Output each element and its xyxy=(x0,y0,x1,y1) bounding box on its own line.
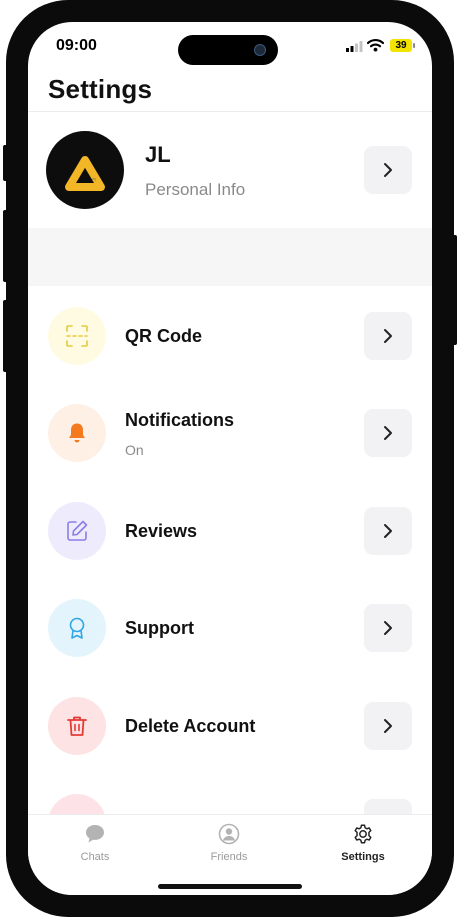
battery-indicator: 39 xyxy=(390,39,412,52)
settings-item-qr-code[interactable]: QR Code xyxy=(28,288,432,384)
settings-item-label: Reviews xyxy=(125,521,198,541)
tab-settings[interactable]: Settings xyxy=(296,815,430,875)
page-title: Settings xyxy=(48,74,153,104)
profile-name: JL xyxy=(145,142,171,167)
svg-text:ay: ay xyxy=(92,176,96,181)
chevron-right-icon xyxy=(384,163,392,177)
chevron-right-icon xyxy=(384,719,392,733)
tab-bar: Chats Friends Settings xyxy=(28,814,432,895)
status-time: 09:00 xyxy=(56,37,97,54)
status-bar: 09:00 39 xyxy=(28,22,432,72)
qr-code-chevron-button[interactable] xyxy=(364,312,412,360)
tab-label: Chats xyxy=(80,851,110,863)
wifi-icon xyxy=(367,38,384,52)
chevron-right-icon xyxy=(384,426,392,440)
power-button xyxy=(452,235,457,345)
settings-item-label: Notifications xyxy=(125,410,235,430)
tab-friends[interactable]: Friends xyxy=(162,815,296,875)
home-indicator[interactable] xyxy=(158,884,302,889)
edit-icon-bg xyxy=(48,502,106,560)
settings-item-reviews[interactable]: Reviews xyxy=(28,483,432,579)
edit-icon xyxy=(67,520,88,541)
settings-item-label: Delete Account xyxy=(125,716,256,736)
volume-down-button xyxy=(3,300,8,372)
chevron-right-icon xyxy=(384,329,392,343)
delete-account-chevron-button[interactable] xyxy=(364,702,412,750)
chevron-right-icon xyxy=(384,524,392,538)
front-camera xyxy=(254,44,266,56)
chat-bubble-icon xyxy=(86,825,104,843)
settings-item-label: QR Code xyxy=(125,326,203,346)
gear-icon xyxy=(354,824,372,844)
dynamic-island xyxy=(178,35,278,65)
battery-tip xyxy=(413,43,415,48)
volume-up-button xyxy=(3,210,8,282)
reviews-chevron-button[interactable] xyxy=(364,507,412,555)
bell-icon-bg xyxy=(48,404,106,462)
qr-code-icon xyxy=(66,325,88,347)
trash-icon xyxy=(67,716,87,736)
screen: 09:00 39 Settings ay JL Personal Info QR… xyxy=(28,22,432,895)
section-separator xyxy=(28,228,432,286)
profile-row[interactable]: ay JL Personal Info xyxy=(28,112,432,228)
trash-icon-bg xyxy=(48,697,106,755)
tab-label: Friends xyxy=(210,851,248,863)
bell-icon xyxy=(69,423,85,443)
notifications-chevron-button[interactable] xyxy=(364,409,412,457)
tab-chats[interactable]: Chats xyxy=(28,815,162,875)
settings-item-delete-account[interactable]: Delete Account xyxy=(28,678,432,774)
qr-code-icon-bg xyxy=(48,307,106,365)
profile-chevron-button[interactable] xyxy=(364,146,412,194)
tab-label: Settings xyxy=(341,851,385,863)
award-icon-bg xyxy=(48,599,106,657)
notifications-status: On xyxy=(125,442,144,458)
support-chevron-button[interactable] xyxy=(364,604,412,652)
battery-level: 39 xyxy=(395,40,407,51)
profile-subtitle: Personal Info xyxy=(145,180,246,199)
settings-item-notifications[interactable]: Notifications On xyxy=(28,385,432,481)
cellular-signal-icon xyxy=(346,41,363,52)
app-logo-icon: ay xyxy=(65,156,105,191)
award-icon xyxy=(69,617,85,639)
friends-icon xyxy=(218,823,240,845)
silent-switch xyxy=(3,145,8,181)
settings-item-label: Support xyxy=(125,618,194,638)
chevron-right-icon xyxy=(384,621,392,635)
settings-item-support[interactable]: Support xyxy=(28,580,432,676)
avatar: ay xyxy=(46,131,124,209)
